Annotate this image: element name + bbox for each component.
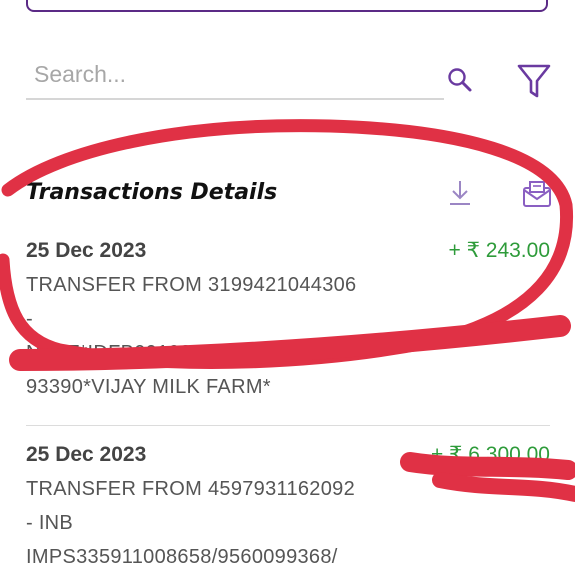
description-line: - INB xyxy=(26,512,74,534)
transaction-amount: + ₹ 6,300.00 xyxy=(430,443,550,466)
divider xyxy=(26,425,550,426)
filter-icon[interactable] xyxy=(516,62,552,100)
transaction-amount: + ₹ 243.00 xyxy=(448,239,550,262)
mail-icon[interactable] xyxy=(521,179,553,209)
top-card xyxy=(26,0,548,12)
transaction-description: TRANSFER FROM 3199421044306 - NEFT*IDFB0… xyxy=(26,268,386,404)
description-line: TRANSFER FROM 3199421044306 xyxy=(26,274,357,296)
search-icon[interactable] xyxy=(446,66,474,94)
search-input[interactable] xyxy=(26,50,444,100)
transaction-item[interactable]: 25 Dec 2023 + ₹ 243.00 TRANSFER FROM 319… xyxy=(26,234,550,404)
section-title: Transactions Details xyxy=(26,180,278,205)
search-bar[interactable] xyxy=(26,50,444,104)
description-line: TRANSFER FROM 4597931162092 xyxy=(26,478,355,500)
download-icon[interactable] xyxy=(447,178,473,208)
description-line: - xyxy=(26,308,33,330)
description-line: NEFT*IDFB0010204*FBH233591 xyxy=(26,342,332,364)
description-line: 93390*VIJAY MILK FARM* xyxy=(26,376,271,398)
description-line: IMPS335911008658/9560099368/ xyxy=(26,546,338,568)
transaction-description: TRANSFER FROM 4597931162092 - INB IMPS33… xyxy=(26,472,386,574)
transaction-item[interactable]: 25 Dec 2023 + ₹ 6,300.00 TRANSFER FROM 4… xyxy=(26,438,550,574)
